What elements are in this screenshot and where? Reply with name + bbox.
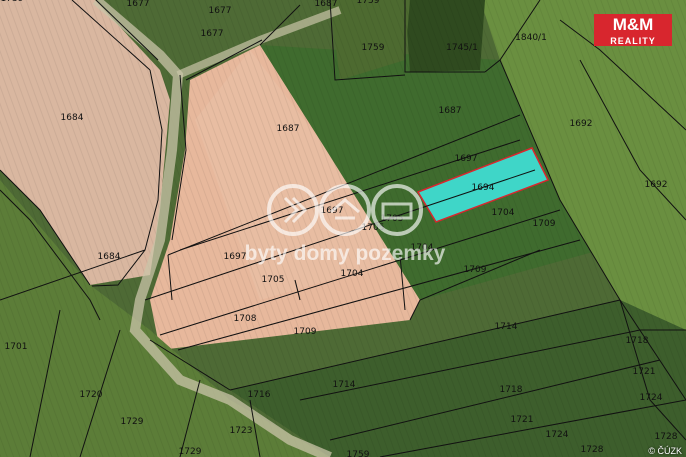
parcel-1705-b-label: 1705 (362, 223, 385, 233)
brand-logo: M&M REALITY (594, 14, 672, 46)
parcel-1718-b-label: 1718 (500, 385, 523, 395)
parcel-1701-label: 1701 (5, 342, 28, 352)
parcel-1684-b-label: 1684 (98, 252, 121, 262)
parcel-1724-a-label: 1724 (640, 393, 663, 403)
parcel-1721-b-label: 1721 (511, 415, 534, 425)
parcel-1739-label: 1739 (1, 0, 24, 4)
parcel-1723-label: 1723 (230, 426, 253, 436)
brand-sub: REALITY (594, 36, 672, 46)
parcel-1728-a-label: 1728 (655, 432, 678, 442)
parcel-1684-a-label: 1684 (61, 113, 84, 123)
parcel-1728-b-label: 1728 (581, 445, 604, 455)
parcel-1708-label: 1708 (234, 314, 257, 324)
parcel-1709-c-label: 1709 (294, 327, 317, 337)
parcel-1714-b-label: 1714 (333, 380, 356, 390)
parcel-1697-c-label: 1697 (224, 252, 247, 262)
parcel-1677-c-label: 1677 (201, 29, 224, 39)
parcel-1694-label: 1694 (472, 183, 495, 193)
parcel-1687-b-label: 1687 (277, 124, 300, 134)
parcel-1759-c-label: 1759 (347, 450, 370, 457)
parcel-1697-b-label: 1697 (321, 206, 344, 216)
parcel-1729-a-label: 1729 (121, 417, 144, 427)
parcel-1677-b-label: 1677 (209, 6, 232, 16)
cadastral-map[interactable]: 1677 1677 1677 1687 1759 1759 1745/1 1840/1 1684… (0, 0, 686, 457)
parcel-1709-a-label: 1709 (533, 219, 556, 229)
parcel-1759-b-label: 1759 (362, 43, 385, 53)
parcel-1704-a-label: 1704 (492, 208, 515, 218)
parcel-1720-label: 1720 (80, 390, 103, 400)
parcel-1692-b-label: 1692 (645, 180, 668, 190)
parcel-1724-b-label: 1724 (546, 430, 569, 440)
parcel-1709-b-label: 1709 (464, 265, 487, 275)
parcel-1704-c-label: 1704 (341, 269, 364, 279)
parcel-1716-label: 1716 (248, 390, 271, 400)
brand-name: M&M (594, 14, 672, 36)
parcel-1692-a-label: 1692 (570, 119, 593, 129)
parcel-1840-1-label: 1840/1 (515, 33, 547, 43)
parcel-1714-a-label: 1714 (495, 322, 518, 332)
map-credit: © ČÚZK (648, 446, 682, 456)
parcel-1721-a-label: 1721 (633, 367, 656, 377)
parcel-1718-a-label: 1718 (626, 336, 649, 346)
parcel-1745-1-label: 1745/1 (446, 43, 478, 53)
parcel-1759-a-label: 1759 (357, 0, 380, 6)
parcel-1729-b-label: 1729 (179, 447, 202, 457)
parcel-1705-c-label: 1705 (262, 275, 285, 285)
parcel-1687-a-label: 1687 (315, 0, 338, 9)
parcel-1697-a-label: 1697 (455, 154, 478, 164)
parcel-1687-c-label: 1687 (439, 106, 462, 116)
parcel-1704-b-label: 1704 (411, 243, 434, 253)
parcel-1677-a-label: 1677 (127, 0, 150, 9)
